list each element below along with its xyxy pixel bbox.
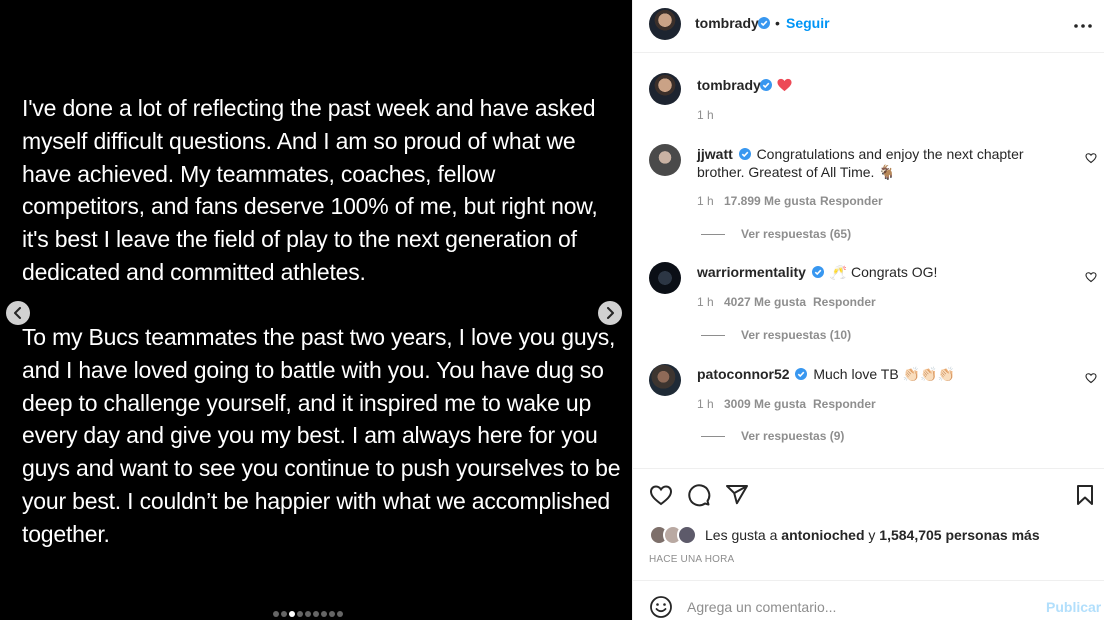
- replies-divider-line: [701, 435, 725, 437]
- carousel-dot: [273, 611, 279, 617]
- carousel-dot: [305, 611, 311, 617]
- comment-avatar[interactable]: [649, 144, 681, 176]
- carousel-dot: [337, 611, 343, 617]
- media-text-paragraph-2: To my Bucs teammates the past two years,…: [22, 324, 621, 547]
- emoji-smiley-icon[interactable]: [649, 595, 673, 619]
- verified-badge-icon: [811, 266, 824, 278]
- chevron-right-icon: [607, 307, 614, 319]
- likes-prefix: Les gusta a: [705, 527, 778, 543]
- view-replies-button[interactable]: Ver respuestas (65): [701, 227, 851, 241]
- follow-button[interactable]: Seguir: [786, 15, 830, 31]
- comment-likes-count[interactable]: 3009 Me gusta: [724, 397, 806, 411]
- verified-badge-icon: [795, 368, 808, 380]
- liker-avatars: [649, 525, 699, 545]
- verified-badge-icon: [738, 148, 751, 160]
- comment-text: 🥂 Congrats OG!: [829, 264, 938, 280]
- reply-button[interactable]: Responder: [813, 397, 876, 411]
- carousel-dots: [273, 611, 343, 617]
- comment-avatar[interactable]: [649, 262, 681, 294]
- comment-likes-count[interactable]: 17.899 Me gusta: [724, 194, 816, 208]
- comment-body: warriormentality 🥂 Congrats OG!: [697, 263, 1067, 281]
- likes-connector: y: [868, 527, 876, 543]
- replies-divider-line: [701, 334, 725, 336]
- publish-button[interactable]: Publicar: [1046, 599, 1101, 615]
- like-comment-heart-icon[interactable]: [1085, 372, 1097, 384]
- header-separator: •: [775, 15, 780, 31]
- comment-avatar[interactable]: [649, 364, 681, 396]
- view-replies-label: Ver respuestas (9): [741, 429, 845, 443]
- like-heart-icon[interactable]: [649, 483, 673, 507]
- post-sidebar: tombrady • Seguir tombrady 1 h jjwatt Co…: [632, 0, 1104, 620]
- author-username[interactable]: tombrady: [695, 15, 759, 31]
- carousel-dot: [281, 611, 287, 617]
- likes-others-count[interactable]: 1,584,705 personas más: [879, 527, 1039, 543]
- like-comment-heart-icon[interactable]: [1085, 271, 1097, 283]
- view-replies-button[interactable]: Ver respuestas (10): [701, 328, 851, 342]
- verified-badge-icon: [760, 79, 772, 91]
- comment-username[interactable]: warriormentality: [697, 264, 806, 280]
- carousel-dot: [313, 611, 319, 617]
- view-replies-label: Ver respuestas (65): [741, 227, 852, 241]
- verified-badge-icon: [758, 17, 770, 29]
- comment-text: Much love TB 👏🏻👏🏻👏🏻: [813, 366, 955, 382]
- add-comment-input[interactable]: [687, 593, 1027, 620]
- comment-composer: Publicar: [633, 580, 1104, 620]
- liker-avatar: [677, 525, 697, 545]
- caption-avatar[interactable]: [649, 73, 681, 105]
- share-paper-plane-icon[interactable]: [725, 483, 749, 507]
- post-actions-section: Les gusta a antonioched y 1,584,705 pers…: [633, 468, 1104, 580]
- more-options-icon[interactable]: [1073, 16, 1093, 36]
- replies-divider-line: [701, 233, 725, 235]
- post-timestamp[interactable]: HACE UNA HORA: [649, 554, 734, 565]
- carousel-next-button[interactable]: [598, 301, 622, 325]
- post-media-carousel: I've done a lot of reflecting the past w…: [0, 0, 632, 620]
- red-heart-emoji-icon: [777, 78, 792, 92]
- carousel-dot: [289, 611, 295, 617]
- caption-username[interactable]: tombrady: [697, 77, 761, 93]
- carousel-dot: [297, 611, 303, 617]
- comment-time[interactable]: 1 h: [697, 397, 714, 411]
- comment-body: jjwatt Congratulations and enjoy the nex…: [697, 145, 1067, 181]
- media-text-paragraph-1: I've done a lot of reflecting the past w…: [22, 95, 598, 285]
- comment-likes-count[interactable]: 4027 Me gusta: [724, 295, 806, 309]
- comment-time[interactable]: 1 h: [697, 194, 714, 208]
- comment-username[interactable]: jjwatt: [697, 146, 733, 162]
- likes-summary[interactable]: Les gusta a antonioched y 1,584,705 pers…: [649, 525, 1040, 545]
- comment-time[interactable]: 1 h: [697, 295, 714, 309]
- carousel-previous-button[interactable]: [6, 301, 30, 325]
- caption-time[interactable]: 1 h: [697, 108, 714, 122]
- reply-button[interactable]: Responder: [820, 194, 883, 208]
- comment-username[interactable]: patoconnor52: [697, 366, 790, 382]
- comment-body: patoconnor52 Much love TB 👏🏻👏🏻👏🏻: [697, 365, 1067, 383]
- chevron-left-icon: [14, 307, 21, 319]
- post-header: tombrady • Seguir: [633, 0, 1104, 53]
- author-avatar[interactable]: [649, 8, 681, 40]
- carousel-dot: [321, 611, 327, 617]
- like-comment-heart-icon[interactable]: [1085, 152, 1097, 164]
- view-replies-button[interactable]: Ver respuestas (9): [701, 429, 844, 443]
- liker-username[interactable]: antonioched: [781, 527, 864, 543]
- view-replies-label: Ver respuestas (10): [741, 328, 852, 342]
- comment-bubble-icon[interactable]: [687, 483, 711, 507]
- reply-button[interactable]: Responder: [813, 295, 876, 309]
- carousel-dot: [329, 611, 335, 617]
- save-bookmark-icon[interactable]: [1073, 483, 1097, 507]
